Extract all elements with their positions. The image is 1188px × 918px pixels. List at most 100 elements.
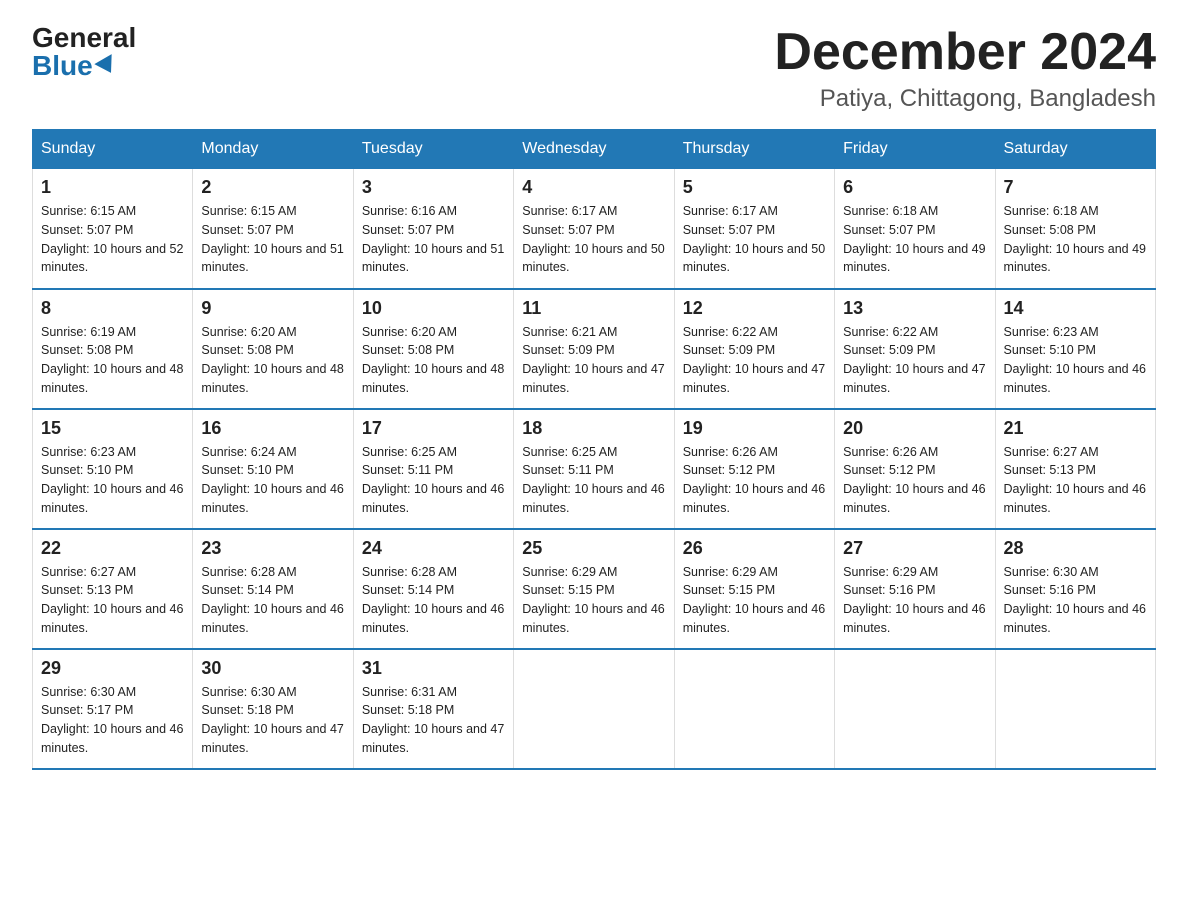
calendar-week-row: 8 Sunrise: 6:19 AM Sunset: 5:08 PM Dayli… [33,289,1156,409]
calendar-cell: 1 Sunrise: 6:15 AM Sunset: 5:07 PM Dayli… [33,169,193,289]
calendar-cell: 25 Sunrise: 6:29 AM Sunset: 5:15 PM Dayl… [514,529,674,649]
header-wednesday: Wednesday [514,130,674,169]
calendar-week-row: 15 Sunrise: 6:23 AM Sunset: 5:10 PM Dayl… [33,409,1156,529]
calendar-cell: 8 Sunrise: 6:19 AM Sunset: 5:08 PM Dayli… [33,289,193,409]
day-info: Sunrise: 6:20 AM Sunset: 5:08 PM Dayligh… [201,323,344,398]
day-number: 27 [843,538,986,559]
day-number: 21 [1004,418,1147,439]
day-number: 25 [522,538,665,559]
location-title: Patiya, Chittagong, Bangladesh [774,85,1156,113]
day-info: Sunrise: 6:26 AM Sunset: 5:12 PM Dayligh… [843,443,986,518]
day-number: 7 [1004,177,1147,198]
calendar-cell: 3 Sunrise: 6:16 AM Sunset: 5:07 PM Dayli… [353,169,513,289]
calendar-cell [995,649,1155,769]
day-info: Sunrise: 6:19 AM Sunset: 5:08 PM Dayligh… [41,323,184,398]
page-header: General Blue December 2024 Patiya, Chitt… [32,24,1156,113]
calendar-week-row: 1 Sunrise: 6:15 AM Sunset: 5:07 PM Dayli… [33,169,1156,289]
calendar-cell: 12 Sunrise: 6:22 AM Sunset: 5:09 PM Dayl… [674,289,834,409]
calendar-cell: 21 Sunrise: 6:27 AM Sunset: 5:13 PM Dayl… [995,409,1155,529]
day-info: Sunrise: 6:27 AM Sunset: 5:13 PM Dayligh… [41,563,184,638]
calendar-cell: 5 Sunrise: 6:17 AM Sunset: 5:07 PM Dayli… [674,169,834,289]
day-info: Sunrise: 6:22 AM Sunset: 5:09 PM Dayligh… [683,323,826,398]
day-info: Sunrise: 6:15 AM Sunset: 5:07 PM Dayligh… [41,202,184,277]
header-tuesday: Tuesday [353,130,513,169]
calendar-cell: 26 Sunrise: 6:29 AM Sunset: 5:15 PM Dayl… [674,529,834,649]
day-number: 17 [362,418,505,439]
calendar-cell: 24 Sunrise: 6:28 AM Sunset: 5:14 PM Dayl… [353,529,513,649]
calendar-cell: 28 Sunrise: 6:30 AM Sunset: 5:16 PM Dayl… [995,529,1155,649]
header-monday: Monday [193,130,353,169]
day-number: 16 [201,418,344,439]
day-number: 8 [41,298,184,319]
calendar-week-row: 22 Sunrise: 6:27 AM Sunset: 5:13 PM Dayl… [33,529,1156,649]
day-info: Sunrise: 6:23 AM Sunset: 5:10 PM Dayligh… [1004,323,1147,398]
day-number: 2 [201,177,344,198]
day-number: 12 [683,298,826,319]
month-title: December 2024 [774,24,1156,81]
day-info: Sunrise: 6:25 AM Sunset: 5:11 PM Dayligh… [362,443,505,518]
day-number: 11 [522,298,665,319]
calendar-cell: 11 Sunrise: 6:21 AM Sunset: 5:09 PM Dayl… [514,289,674,409]
day-number: 19 [683,418,826,439]
calendar-cell: 31 Sunrise: 6:31 AM Sunset: 5:18 PM Dayl… [353,649,513,769]
calendar-week-row: 29 Sunrise: 6:30 AM Sunset: 5:17 PM Dayl… [33,649,1156,769]
header-thursday: Thursday [674,130,834,169]
day-info: Sunrise: 6:21 AM Sunset: 5:09 PM Dayligh… [522,323,665,398]
calendar-cell: 22 Sunrise: 6:27 AM Sunset: 5:13 PM Dayl… [33,529,193,649]
day-number: 15 [41,418,184,439]
day-info: Sunrise: 6:30 AM Sunset: 5:16 PM Dayligh… [1004,563,1147,638]
day-info: Sunrise: 6:29 AM Sunset: 5:15 PM Dayligh… [683,563,826,638]
calendar-cell [674,649,834,769]
calendar-cell: 14 Sunrise: 6:23 AM Sunset: 5:10 PM Dayl… [995,289,1155,409]
day-info: Sunrise: 6:20 AM Sunset: 5:08 PM Dayligh… [362,323,505,398]
logo-blue-text: Blue [32,52,117,80]
day-info: Sunrise: 6:26 AM Sunset: 5:12 PM Dayligh… [683,443,826,518]
calendar-cell: 13 Sunrise: 6:22 AM Sunset: 5:09 PM Dayl… [835,289,995,409]
day-info: Sunrise: 6:16 AM Sunset: 5:07 PM Dayligh… [362,202,505,277]
logo-general-text: General [32,24,136,52]
header-saturday: Saturday [995,130,1155,169]
day-number: 4 [522,177,665,198]
calendar-cell [835,649,995,769]
day-number: 31 [362,658,505,679]
day-number: 3 [362,177,505,198]
day-info: Sunrise: 6:28 AM Sunset: 5:14 PM Dayligh… [362,563,505,638]
calendar-cell: 19 Sunrise: 6:26 AM Sunset: 5:12 PM Dayl… [674,409,834,529]
calendar-cell: 23 Sunrise: 6:28 AM Sunset: 5:14 PM Dayl… [193,529,353,649]
day-info: Sunrise: 6:24 AM Sunset: 5:10 PM Dayligh… [201,443,344,518]
day-number: 10 [362,298,505,319]
day-info: Sunrise: 6:15 AM Sunset: 5:07 PM Dayligh… [201,202,344,277]
calendar-cell: 15 Sunrise: 6:23 AM Sunset: 5:10 PM Dayl… [33,409,193,529]
day-number: 29 [41,658,184,679]
calendar-cell: 20 Sunrise: 6:26 AM Sunset: 5:12 PM Dayl… [835,409,995,529]
day-info: Sunrise: 6:17 AM Sunset: 5:07 PM Dayligh… [522,202,665,277]
day-number: 13 [843,298,986,319]
calendar-cell: 10 Sunrise: 6:20 AM Sunset: 5:08 PM Dayl… [353,289,513,409]
logo: General Blue [32,24,136,80]
day-number: 28 [1004,538,1147,559]
calendar-cell: 27 Sunrise: 6:29 AM Sunset: 5:16 PM Dayl… [835,529,995,649]
day-info: Sunrise: 6:29 AM Sunset: 5:15 PM Dayligh… [522,563,665,638]
calendar-cell: 16 Sunrise: 6:24 AM Sunset: 5:10 PM Dayl… [193,409,353,529]
calendar-cell: 30 Sunrise: 6:30 AM Sunset: 5:18 PM Dayl… [193,649,353,769]
calendar-cell: 4 Sunrise: 6:17 AM Sunset: 5:07 PM Dayli… [514,169,674,289]
day-info: Sunrise: 6:18 AM Sunset: 5:08 PM Dayligh… [1004,202,1147,277]
day-number: 23 [201,538,344,559]
day-info: Sunrise: 6:27 AM Sunset: 5:13 PM Dayligh… [1004,443,1147,518]
day-info: Sunrise: 6:17 AM Sunset: 5:07 PM Dayligh… [683,202,826,277]
calendar-cell: 6 Sunrise: 6:18 AM Sunset: 5:07 PM Dayli… [835,169,995,289]
title-block: December 2024 Patiya, Chittagong, Bangla… [774,24,1156,113]
logo-triangle-icon [94,54,119,78]
day-number: 26 [683,538,826,559]
day-info: Sunrise: 6:23 AM Sunset: 5:10 PM Dayligh… [41,443,184,518]
day-info: Sunrise: 6:31 AM Sunset: 5:18 PM Dayligh… [362,683,505,758]
day-info: Sunrise: 6:18 AM Sunset: 5:07 PM Dayligh… [843,202,986,277]
calendar-table: Sunday Monday Tuesday Wednesday Thursday… [32,129,1156,770]
calendar-cell: 18 Sunrise: 6:25 AM Sunset: 5:11 PM Dayl… [514,409,674,529]
day-number: 30 [201,658,344,679]
calendar-cell: 29 Sunrise: 6:30 AM Sunset: 5:17 PM Dayl… [33,649,193,769]
day-info: Sunrise: 6:29 AM Sunset: 5:16 PM Dayligh… [843,563,986,638]
calendar-cell [514,649,674,769]
day-info: Sunrise: 6:25 AM Sunset: 5:11 PM Dayligh… [522,443,665,518]
day-info: Sunrise: 6:28 AM Sunset: 5:14 PM Dayligh… [201,563,344,638]
